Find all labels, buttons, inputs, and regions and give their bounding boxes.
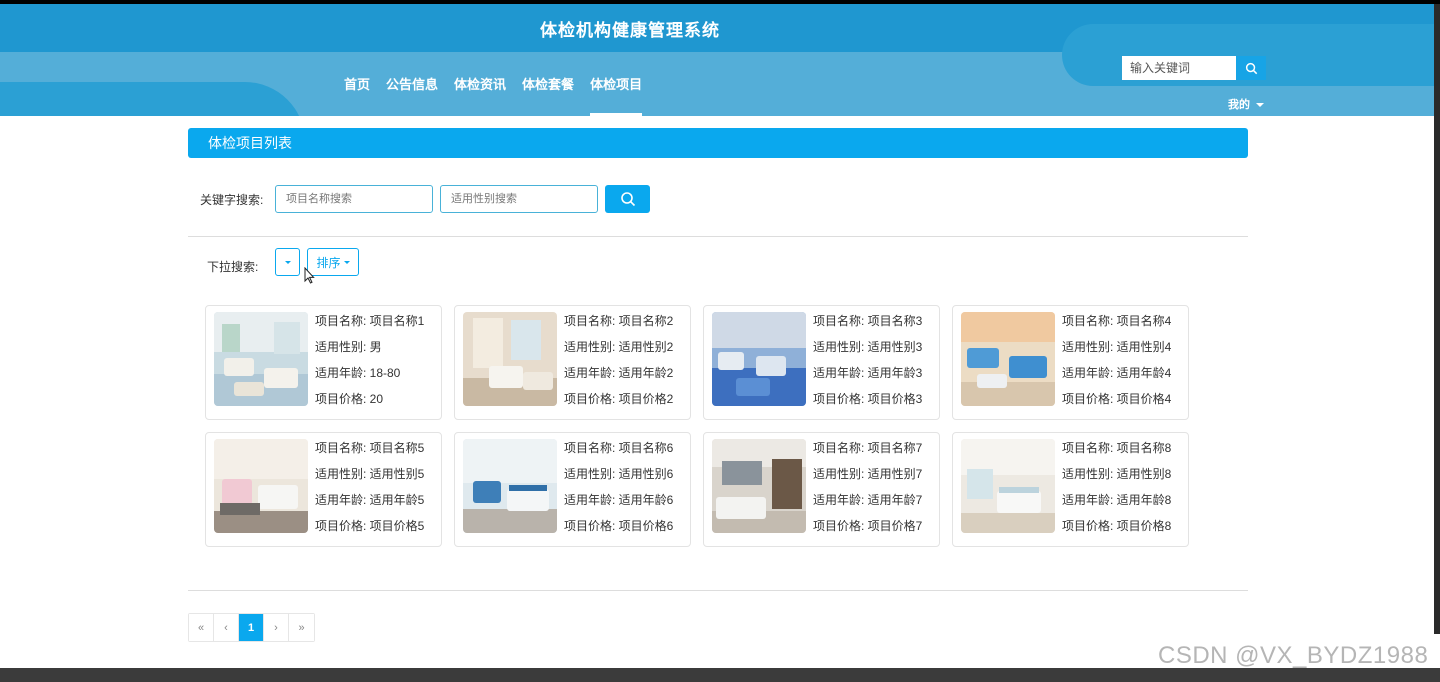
exam-item-card[interactable]: 项目名称: 项目名称1 适用性别: 男 适用年龄: 18-80 项目价格: 20 bbox=[205, 305, 442, 420]
item-sex: 适用性别: 男 bbox=[315, 340, 382, 354]
divider bbox=[188, 590, 1248, 591]
item-thumbnail bbox=[214, 312, 308, 406]
item-age: 适用年龄: 适用年龄5 bbox=[315, 493, 425, 507]
page-number-button[interactable]: 1 bbox=[239, 614, 264, 641]
item-price: 项目价格: 项目价格5 bbox=[315, 519, 425, 533]
nav-announcements[interactable]: 公告信息 bbox=[378, 76, 446, 116]
item-price: 项目价格: 项目价格3 bbox=[813, 392, 923, 406]
header-search-input[interactable] bbox=[1122, 56, 1236, 80]
item-thumbnail bbox=[214, 439, 308, 533]
prev-page-button[interactable]: ‹ bbox=[214, 614, 239, 641]
item-name: 项目名称: 项目名称4 bbox=[1062, 314, 1172, 328]
item-age: 适用年龄: 适用年龄4 bbox=[1062, 366, 1172, 380]
item-sex: 适用性别: 适用性别6 bbox=[564, 467, 674, 481]
item-price: 项目价格: 项目价格6 bbox=[564, 519, 674, 533]
item-age: 适用年龄: 适用年龄6 bbox=[564, 493, 674, 507]
item-name: 项目名称: 项目名称2 bbox=[564, 314, 674, 328]
item-price: 项目价格: 项目价格8 bbox=[1062, 519, 1172, 533]
item-sex: 适用性别: 适用性别7 bbox=[813, 467, 923, 481]
header-decoration-left bbox=[0, 82, 305, 116]
exam-item-card[interactable]: 项目名称: 项目名称5 适用性别: 适用性别5 适用年龄: 适用年龄5 项目价格… bbox=[205, 432, 442, 547]
item-name: 项目名称: 项目名称3 bbox=[813, 314, 923, 328]
caret-down-icon bbox=[1256, 103, 1264, 108]
main-nav: 首页 公告信息 体检资讯 体检套餐 体检项目 bbox=[336, 76, 650, 116]
nav-exam-items[interactable]: 体检项目 bbox=[582, 76, 650, 116]
next-page-button[interactable]: › bbox=[264, 614, 289, 641]
item-age: 适用年龄: 适用年龄7 bbox=[813, 493, 923, 507]
search-icon bbox=[620, 192, 635, 207]
caret-down-icon bbox=[284, 260, 291, 264]
item-name-search-input[interactable] bbox=[275, 185, 433, 213]
dropdown-search-label: 下拉搜索: bbox=[207, 260, 259, 274]
first-page-button[interactable]: « bbox=[189, 614, 214, 641]
item-age: 适用年龄: 适用年龄8 bbox=[1062, 493, 1172, 507]
item-sex: 适用性别: 适用性别3 bbox=[813, 340, 923, 354]
item-age: 适用年龄: 适用年龄2 bbox=[564, 366, 674, 380]
last-page-button[interactable]: » bbox=[289, 614, 314, 641]
item-sex: 适用性别: 适用性别5 bbox=[315, 467, 425, 481]
exam-item-card[interactable]: 项目名称: 项目名称6 适用性别: 适用性别6 适用年龄: 适用年龄6 项目价格… bbox=[454, 432, 691, 547]
item-price: 项目价格: 项目价格7 bbox=[813, 519, 923, 533]
divider bbox=[188, 236, 1248, 237]
item-price: 项目价格: 项目价格4 bbox=[1062, 392, 1172, 406]
dropdown-filter-button[interactable] bbox=[275, 248, 300, 276]
item-thumbnail bbox=[463, 312, 557, 406]
search-icon bbox=[1245, 62, 1257, 74]
site-title: 体检机构健康管理系统 bbox=[540, 21, 720, 40]
mouse-cursor-icon bbox=[304, 267, 315, 284]
item-thumbnail bbox=[712, 312, 806, 406]
item-price: 项目价格: 20 bbox=[315, 392, 384, 406]
item-sex: 适用性别: 适用性别4 bbox=[1062, 340, 1172, 354]
item-age: 适用年龄: 18-80 bbox=[315, 366, 401, 380]
sort-label: 排序 bbox=[316, 255, 341, 270]
keyword-search-label: 关键字搜索: bbox=[200, 193, 264, 207]
nav-home[interactable]: 首页 bbox=[336, 76, 378, 116]
item-thumbnail bbox=[463, 439, 557, 533]
nav-packages[interactable]: 体检套餐 bbox=[514, 76, 582, 116]
item-name: 项目名称: 项目名称8 bbox=[1062, 441, 1172, 455]
item-price: 项目价格: 项目价格2 bbox=[564, 392, 674, 406]
exam-item-card[interactable]: 项目名称: 项目名称8 适用性别: 适用性别8 适用年龄: 适用年龄8 项目价格… bbox=[952, 432, 1189, 547]
item-name: 项目名称: 项目名称5 bbox=[315, 441, 425, 455]
panel-title: 体检项目列表 bbox=[188, 128, 1248, 158]
user-menu[interactable]: 我的 bbox=[1228, 96, 1264, 112]
caret-down-icon bbox=[343, 260, 350, 264]
pagination: « ‹ 1 › » bbox=[188, 613, 315, 642]
nav-news[interactable]: 体检资讯 bbox=[446, 76, 514, 116]
item-age: 适用年龄: 适用年龄3 bbox=[813, 366, 923, 380]
user-menu-label: 我的 bbox=[1228, 99, 1250, 111]
sex-search-input[interactable] bbox=[440, 185, 598, 213]
item-name: 项目名称: 项目名称6 bbox=[564, 441, 674, 455]
exam-item-card[interactable]: 项目名称: 项目名称3 适用性别: 适用性别3 适用年龄: 适用年龄3 项目价格… bbox=[703, 305, 940, 420]
search-submit-button[interactable] bbox=[605, 185, 650, 213]
header-search-button[interactable] bbox=[1236, 56, 1266, 80]
item-thumbnail bbox=[712, 439, 806, 533]
exam-item-card[interactable]: 项目名称: 项目名称4 适用性别: 适用性别4 适用年龄: 适用年龄4 项目价格… bbox=[952, 305, 1189, 420]
scrollbar[interactable] bbox=[1434, 4, 1440, 634]
site-header: 体检机构健康管理系统 首页 公告信息 体检资讯 体检套餐 体检项目 我的 bbox=[0, 4, 1440, 116]
item-sex: 适用性别: 适用性别8 bbox=[1062, 467, 1172, 481]
item-thumbnail bbox=[961, 312, 1055, 406]
item-name: 项目名称: 项目名称7 bbox=[813, 441, 923, 455]
exam-item-card[interactable]: 项目名称: 项目名称2 适用性别: 适用性别2 适用年龄: 适用年龄2 项目价格… bbox=[454, 305, 691, 420]
item-thumbnail bbox=[961, 439, 1055, 533]
item-sex: 适用性别: 适用性别2 bbox=[564, 340, 674, 354]
watermark: CSDN @VX_BYDZ1988 bbox=[1158, 642, 1429, 669]
exam-item-card[interactable]: 项目名称: 项目名称7 适用性别: 适用性别7 适用年龄: 适用年龄7 项目价格… bbox=[703, 432, 940, 547]
item-name: 项目名称: 项目名称1 bbox=[315, 314, 425, 328]
taskbar bbox=[0, 668, 1440, 682]
